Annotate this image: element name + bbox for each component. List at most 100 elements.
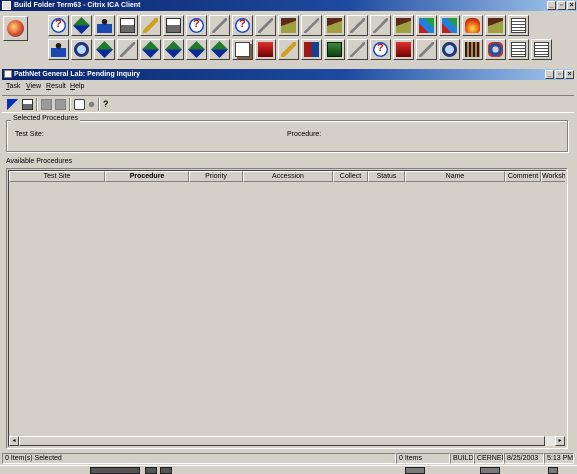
person-button[interactable]	[48, 39, 69, 60]
books-button[interactable]	[301, 39, 322, 60]
column-collect[interactable]: Collect	[333, 171, 368, 182]
flag-button[interactable]	[393, 39, 414, 60]
diamond-icon	[165, 41, 182, 58]
minimize-button[interactable]: _	[547, 1, 556, 10]
magnifier-button[interactable]	[439, 39, 460, 60]
speaker-button[interactable]	[485, 39, 506, 60]
taskbar-item[interactable]	[548, 467, 558, 474]
menu-task[interactable]: Task	[6, 81, 20, 93]
column-priority[interactable]: Priority	[189, 171, 243, 182]
taskbar-item[interactable]	[145, 467, 157, 474]
horizontal-scrollbar[interactable]: ◂ ▸	[9, 436, 565, 446]
film-button[interactable]	[462, 39, 483, 60]
diamond-button[interactable]	[163, 39, 184, 60]
column-status[interactable]: Status	[368, 171, 405, 182]
taskbar-item[interactable]	[160, 467, 172, 474]
context-help-button[interactable]: ?	[102, 98, 116, 111]
child-close-button[interactable]: ×	[565, 70, 574, 79]
taskbar-item[interactable]	[405, 467, 425, 474]
key-button[interactable]	[255, 15, 276, 36]
diamond-button[interactable]	[140, 39, 161, 60]
column-comment[interactable]: Comment	[505, 171, 541, 182]
wrench-icon	[419, 42, 434, 57]
printer-icon	[166, 18, 181, 33]
key-button[interactable]	[209, 15, 230, 36]
house-button[interactable]	[485, 15, 506, 36]
available-procedures-list[interactable]: Test Site Procedure Priority Accession C…	[6, 168, 568, 449]
help-button[interactable]	[370, 39, 391, 60]
citrix-app-icon	[2, 1, 11, 10]
help-button[interactable]	[232, 15, 253, 36]
menu-help[interactable]: Help	[70, 81, 84, 93]
status-selected-count: 0 Item(s) Selected	[2, 453, 396, 464]
app-launcher-icon	[7, 20, 24, 37]
green-box-button[interactable]	[324, 39, 345, 60]
cube-icon	[442, 18, 457, 33]
taskbar-item[interactable]	[90, 467, 140, 474]
menu-view[interactable]: View	[26, 81, 41, 93]
house-button[interactable]	[278, 15, 299, 36]
test-site-label: Test Site:	[15, 131, 44, 138]
help-button[interactable]	[48, 15, 69, 36]
person-card-button[interactable]	[94, 15, 115, 36]
document-button[interactable]	[232, 39, 253, 60]
column-test-site[interactable]: Test Site	[9, 171, 105, 182]
tools-button-2[interactable]	[85, 98, 99, 111]
wrench-button[interactable]	[347, 39, 368, 60]
diamond-button[interactable]	[209, 39, 230, 60]
disabled-icon	[41, 99, 52, 110]
column-procedure[interactable]: Procedure	[105, 171, 189, 182]
printer-button[interactable]	[163, 15, 184, 36]
pen-button[interactable]	[140, 15, 161, 36]
available-procedures-label: Available Procedures	[6, 158, 73, 165]
magnifier-button[interactable]	[71, 39, 92, 60]
restore-button[interactable]: ▫	[557, 1, 566, 10]
stack-button[interactable]	[508, 39, 529, 60]
house-button[interactable]	[324, 15, 345, 36]
column-worksheet[interactable]: Workshe	[541, 171, 565, 182]
hammer-button[interactable]	[278, 39, 299, 60]
house-button[interactable]	[393, 15, 414, 36]
key-icon	[258, 18, 273, 33]
notes-button[interactable]	[508, 15, 529, 36]
key-button[interactable]	[347, 15, 368, 36]
diamond-button[interactable]	[71, 15, 92, 36]
print-button[interactable]	[117, 15, 138, 36]
menu-result[interactable]: Result	[46, 81, 66, 93]
cube-icon	[419, 18, 434, 33]
disabled-button-2[interactable]	[54, 98, 68, 111]
red-box-button[interactable]	[255, 39, 276, 60]
scroll-left-button[interactable]: ◂	[9, 436, 19, 446]
status-date: 8/25/2003	[504, 453, 544, 464]
wrench-button[interactable]	[416, 39, 437, 60]
diamond-icon	[73, 17, 90, 34]
notes-button[interactable]	[531, 39, 552, 60]
fire-button[interactable]	[462, 15, 483, 36]
wrench-button[interactable]	[301, 15, 322, 36]
wrench-icon	[350, 42, 365, 57]
key-button[interactable]	[370, 15, 391, 36]
column-accession[interactable]: Accession	[243, 171, 333, 182]
app-launcher-button[interactable]	[3, 16, 28, 41]
status-organization: CERNER	[474, 453, 504, 464]
flag-icon	[396, 42, 411, 57]
child-minimize-button[interactable]: _	[545, 70, 554, 79]
help-button[interactable]	[186, 15, 207, 36]
diamond-button[interactable]	[186, 39, 207, 60]
taskbar-item[interactable]	[480, 467, 500, 474]
scroll-right-button[interactable]: ▸	[555, 436, 565, 446]
child-restore-button[interactable]: ▫	[555, 70, 564, 79]
toolbar-separator	[36, 98, 38, 111]
cube-button[interactable]	[416, 15, 437, 36]
diamond-button[interactable]	[94, 39, 115, 60]
house-icon	[396, 18, 411, 33]
diamond-icon	[211, 41, 228, 58]
scroll-thumb[interactable]	[19, 436, 545, 446]
pointer-button[interactable]	[6, 98, 20, 111]
cube-button[interactable]	[439, 15, 460, 36]
column-name[interactable]: Name	[405, 171, 505, 182]
disabled-button-1[interactable]	[40, 98, 54, 111]
close-button[interactable]: ×	[567, 1, 576, 10]
print-button[interactable]	[21, 98, 35, 111]
wrench-button[interactable]	[117, 39, 138, 60]
